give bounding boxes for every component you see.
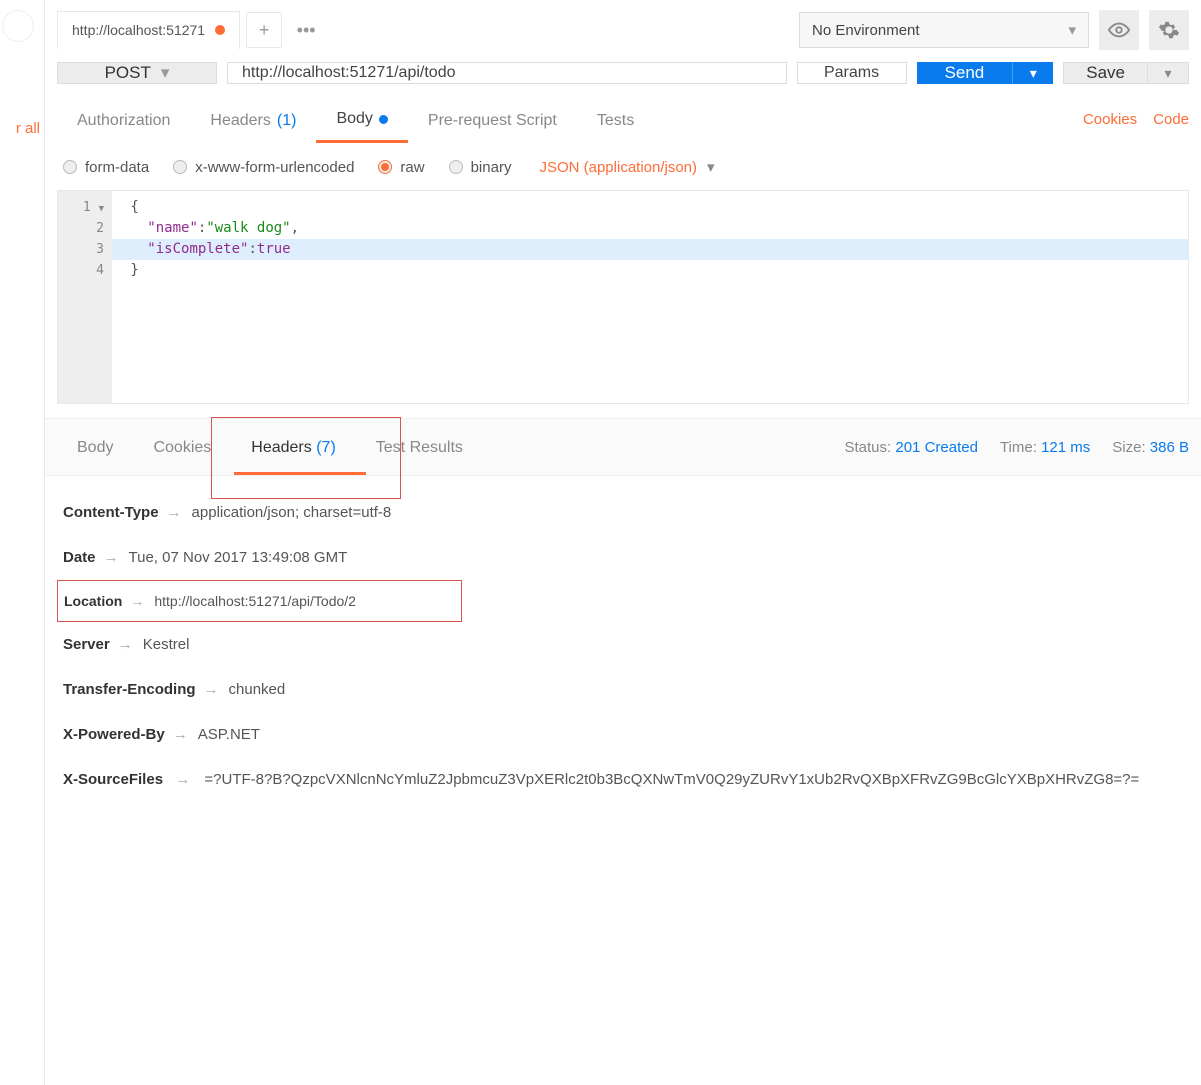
response-header-value: chunked — [229, 681, 286, 698]
response-header-value: Tue, 07 Nov 2017 13:49:08 GMT — [129, 549, 348, 566]
tab-headers[interactable]: Headers (1) — [190, 98, 316, 142]
radio-icon — [173, 160, 187, 174]
response-header-name: Server — [63, 636, 110, 653]
response-header-value: ASP.NET — [198, 726, 260, 743]
environment-select[interactable]: No Environment ▾ — [799, 12, 1089, 48]
response-header-name: Transfer-Encoding — [63, 681, 196, 698]
request-url-input[interactable]: http://localhost:51271/api/todo — [227, 62, 787, 84]
chevron-down-icon: ▾ — [707, 158, 715, 176]
arrow-right-icon: → — [130, 593, 144, 609]
tab-prerequest-script[interactable]: Pre-request Script — [408, 98, 577, 142]
response-header-row: Content-Type → application/json; charset… — [57, 490, 1189, 535]
response-tab-headers-label: Headers — [251, 439, 311, 456]
save-options-button[interactable]: ▾ — [1148, 63, 1188, 83]
cookies-link[interactable]: Cookies — [1083, 111, 1137, 128]
response-status: 201 Created — [895, 439, 978, 456]
content-type-select[interactable]: JSON (application/json) ▾ — [539, 158, 714, 176]
chevron-down-icon: ▾ — [161, 63, 170, 83]
request-tab-title: http://localhost:51271 — [72, 22, 205, 38]
sidebar-avatar — [2, 10, 34, 42]
ellipsis-icon: ••• — [297, 20, 316, 41]
response-header-value: =?UTF-8?B?QzpcVXNlcnNcYmluZ2JpbmcuZ3VpXE… — [204, 771, 1139, 788]
code-link[interactable]: Code — [1153, 111, 1189, 128]
http-method-label: POST — [105, 63, 151, 83]
tab-headers-count: (1) — [277, 112, 297, 130]
response-header-name: X-SourceFiles — [63, 771, 163, 788]
arrow-right-icon: → — [167, 504, 182, 521]
active-tab-indicator — [234, 472, 366, 475]
content-type-label: JSON (application/json) — [539, 159, 697, 176]
gear-icon — [1158, 19, 1180, 41]
arrow-right-icon: → — [175, 771, 190, 788]
environment-label: No Environment — [812, 22, 920, 39]
tab-authorization[interactable]: Authorization — [57, 98, 190, 142]
response-size: 386 B — [1150, 439, 1189, 456]
editor-content[interactable]: { "name":"walk dog", "isComplete":true } — [112, 191, 1188, 403]
body-type-label: raw — [400, 159, 424, 176]
arrow-right-icon: → — [118, 636, 133, 653]
arrow-right-icon: → — [204, 681, 219, 698]
highlight-box-location-header: Location → http://localhost:51271/api/To… — [57, 580, 462, 622]
response-header-name: X-Powered-By — [63, 726, 165, 743]
radio-selected-icon — [378, 160, 392, 174]
response-header-row: Server → Kestrel — [57, 622, 1189, 667]
request-url-text: http://localhost:51271/api/todo — [242, 64, 456, 82]
response-header-value: http://localhost:51271/api/Todo/2 — [154, 593, 356, 609]
chevron-down-icon: ▾ — [1030, 65, 1037, 82]
chevron-down-icon: ▾ — [1068, 21, 1076, 39]
modified-indicator-icon — [379, 115, 388, 124]
arrow-right-icon: → — [104, 549, 119, 566]
response-header-row: X-SourceFiles → =?UTF-8?B?QzpcVXNlcnNcYm… — [57, 757, 1189, 802]
send-button[interactable]: Send — [917, 62, 1014, 84]
response-headers-list: Content-Type → application/json; charset… — [45, 476, 1201, 842]
body-type-label: form-data — [85, 159, 149, 176]
response-header-name: Content-Type — [63, 504, 159, 521]
response-tab-body[interactable]: Body — [57, 419, 133, 475]
response-header-row: Transfer-Encoding → chunked — [57, 667, 1189, 712]
tab-tests[interactable]: Tests — [577, 98, 654, 142]
body-type-binary[interactable]: binary — [449, 159, 512, 176]
radio-icon — [63, 160, 77, 174]
settings-button[interactable] — [1149, 10, 1189, 50]
body-type-raw[interactable]: raw — [378, 159, 424, 176]
plus-icon: + — [259, 20, 270, 41]
response-header-name: Date — [63, 549, 96, 566]
request-tab[interactable]: http://localhost:51271 — [57, 11, 240, 50]
body-editor[interactable]: 1 ▼ 2 3 4 { "name":"walk dog", "isComple… — [57, 190, 1189, 404]
arrow-right-icon: → — [173, 726, 188, 743]
send-options-button[interactable]: ▾ — [1013, 62, 1053, 84]
save-button[interactable]: Save — [1064, 63, 1148, 83]
tab-body[interactable]: Body — [316, 96, 407, 143]
response-tab-test-results[interactable]: Test Results — [356, 419, 483, 475]
chevron-down-icon: ▾ — [1164, 65, 1171, 82]
response-tab-headers[interactable]: Headers (7) — [231, 419, 356, 475]
environment-quicklook-button[interactable] — [1099, 10, 1139, 50]
body-type-label: binary — [471, 159, 512, 176]
body-type-label: x-www-form-urlencoded — [195, 159, 354, 176]
response-header-value: application/json; charset=utf-8 — [192, 504, 392, 521]
editor-gutter: 1 ▼ 2 3 4 — [58, 191, 112, 403]
http-method-select[interactable]: POST ▾ — [57, 62, 217, 84]
tab-body-label: Body — [336, 110, 372, 128]
response-header-name: Location — [64, 593, 122, 609]
response-header-row: X-Powered-By → ASP.NET — [57, 712, 1189, 757]
response-header-value: Kestrel — [143, 636, 190, 653]
response-tab-cookies[interactable]: Cookies — [133, 419, 231, 475]
unsaved-indicator-icon — [215, 25, 225, 35]
new-tab-button[interactable]: + — [246, 12, 282, 48]
response-header-row: Date → Tue, 07 Nov 2017 13:49:08 GMT — [57, 535, 1189, 580]
sidebar-link[interactable]: r all — [16, 120, 40, 137]
body-type-form-data[interactable]: form-data — [63, 159, 149, 176]
eye-icon — [1108, 19, 1130, 41]
radio-icon — [449, 160, 463, 174]
response-meta: Status: 201 Created Time: 121 ms Size: 3… — [845, 439, 1190, 456]
response-tab-headers-count: (7) — [316, 439, 336, 456]
tab-headers-label: Headers — [210, 112, 270, 130]
params-button[interactable]: Params — [797, 62, 907, 84]
tab-options-button[interactable]: ••• — [288, 12, 324, 48]
sidebar: r all — [0, 0, 45, 1085]
body-type-urlencoded[interactable]: x-www-form-urlencoded — [173, 159, 354, 176]
response-time: 121 ms — [1041, 439, 1090, 456]
